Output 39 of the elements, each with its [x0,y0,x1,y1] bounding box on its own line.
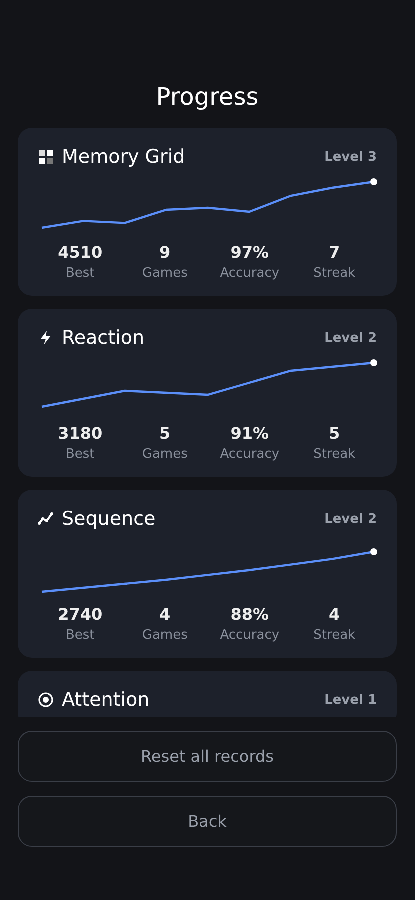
stat-label: Games [141,627,189,645]
back-button[interactable]: Back [18,796,397,847]
stat-value: 2740 [57,604,104,626]
game-name: Attention [62,689,151,711]
stat-value: 5 [328,423,342,445]
stat-label: Accuracy [219,446,281,464]
level-label: Level 3 [324,150,377,164]
game-name: Reaction [62,327,146,349]
stat-value: 97% [230,242,270,264]
lightning-bolt-icon [38,330,54,346]
line-chart-icon [38,511,54,527]
stat-label: Best [64,627,96,645]
stat-label: Games [141,265,189,283]
stat-value: 4510 [57,242,104,264]
stat-label: Best [64,446,96,464]
stat-label: Streak [312,446,357,464]
game-name: Sequence [62,508,157,530]
stat-label: Streak [312,627,357,645]
grid-icon [38,149,54,165]
stat-value: 3180 [57,423,104,445]
level-label: Level 1 [324,692,377,708]
stat-value: 4 [328,604,342,626]
level-label: Level 2 [324,330,377,346]
stat-value: 88% [230,604,270,626]
target-icon [38,692,54,708]
stat-value: 4 [158,604,172,626]
stat-value: 9 [158,242,172,264]
reset-button[interactable]: Reset all records [18,731,397,782]
stat-value: 5 [158,423,172,445]
stat-value: 91% [230,423,270,445]
level-label: Level 2 [324,512,377,526]
page-title: Progress [155,82,260,113]
stat-label: Best [64,265,96,283]
stat-label: Accuracy [219,265,281,283]
stat-label: Games [141,446,189,464]
stat-label: Streak [312,265,357,283]
stat-label: Accuracy [219,627,281,645]
stat-value: 7 [328,242,342,264]
game-name: Memory Grid [62,146,186,168]
